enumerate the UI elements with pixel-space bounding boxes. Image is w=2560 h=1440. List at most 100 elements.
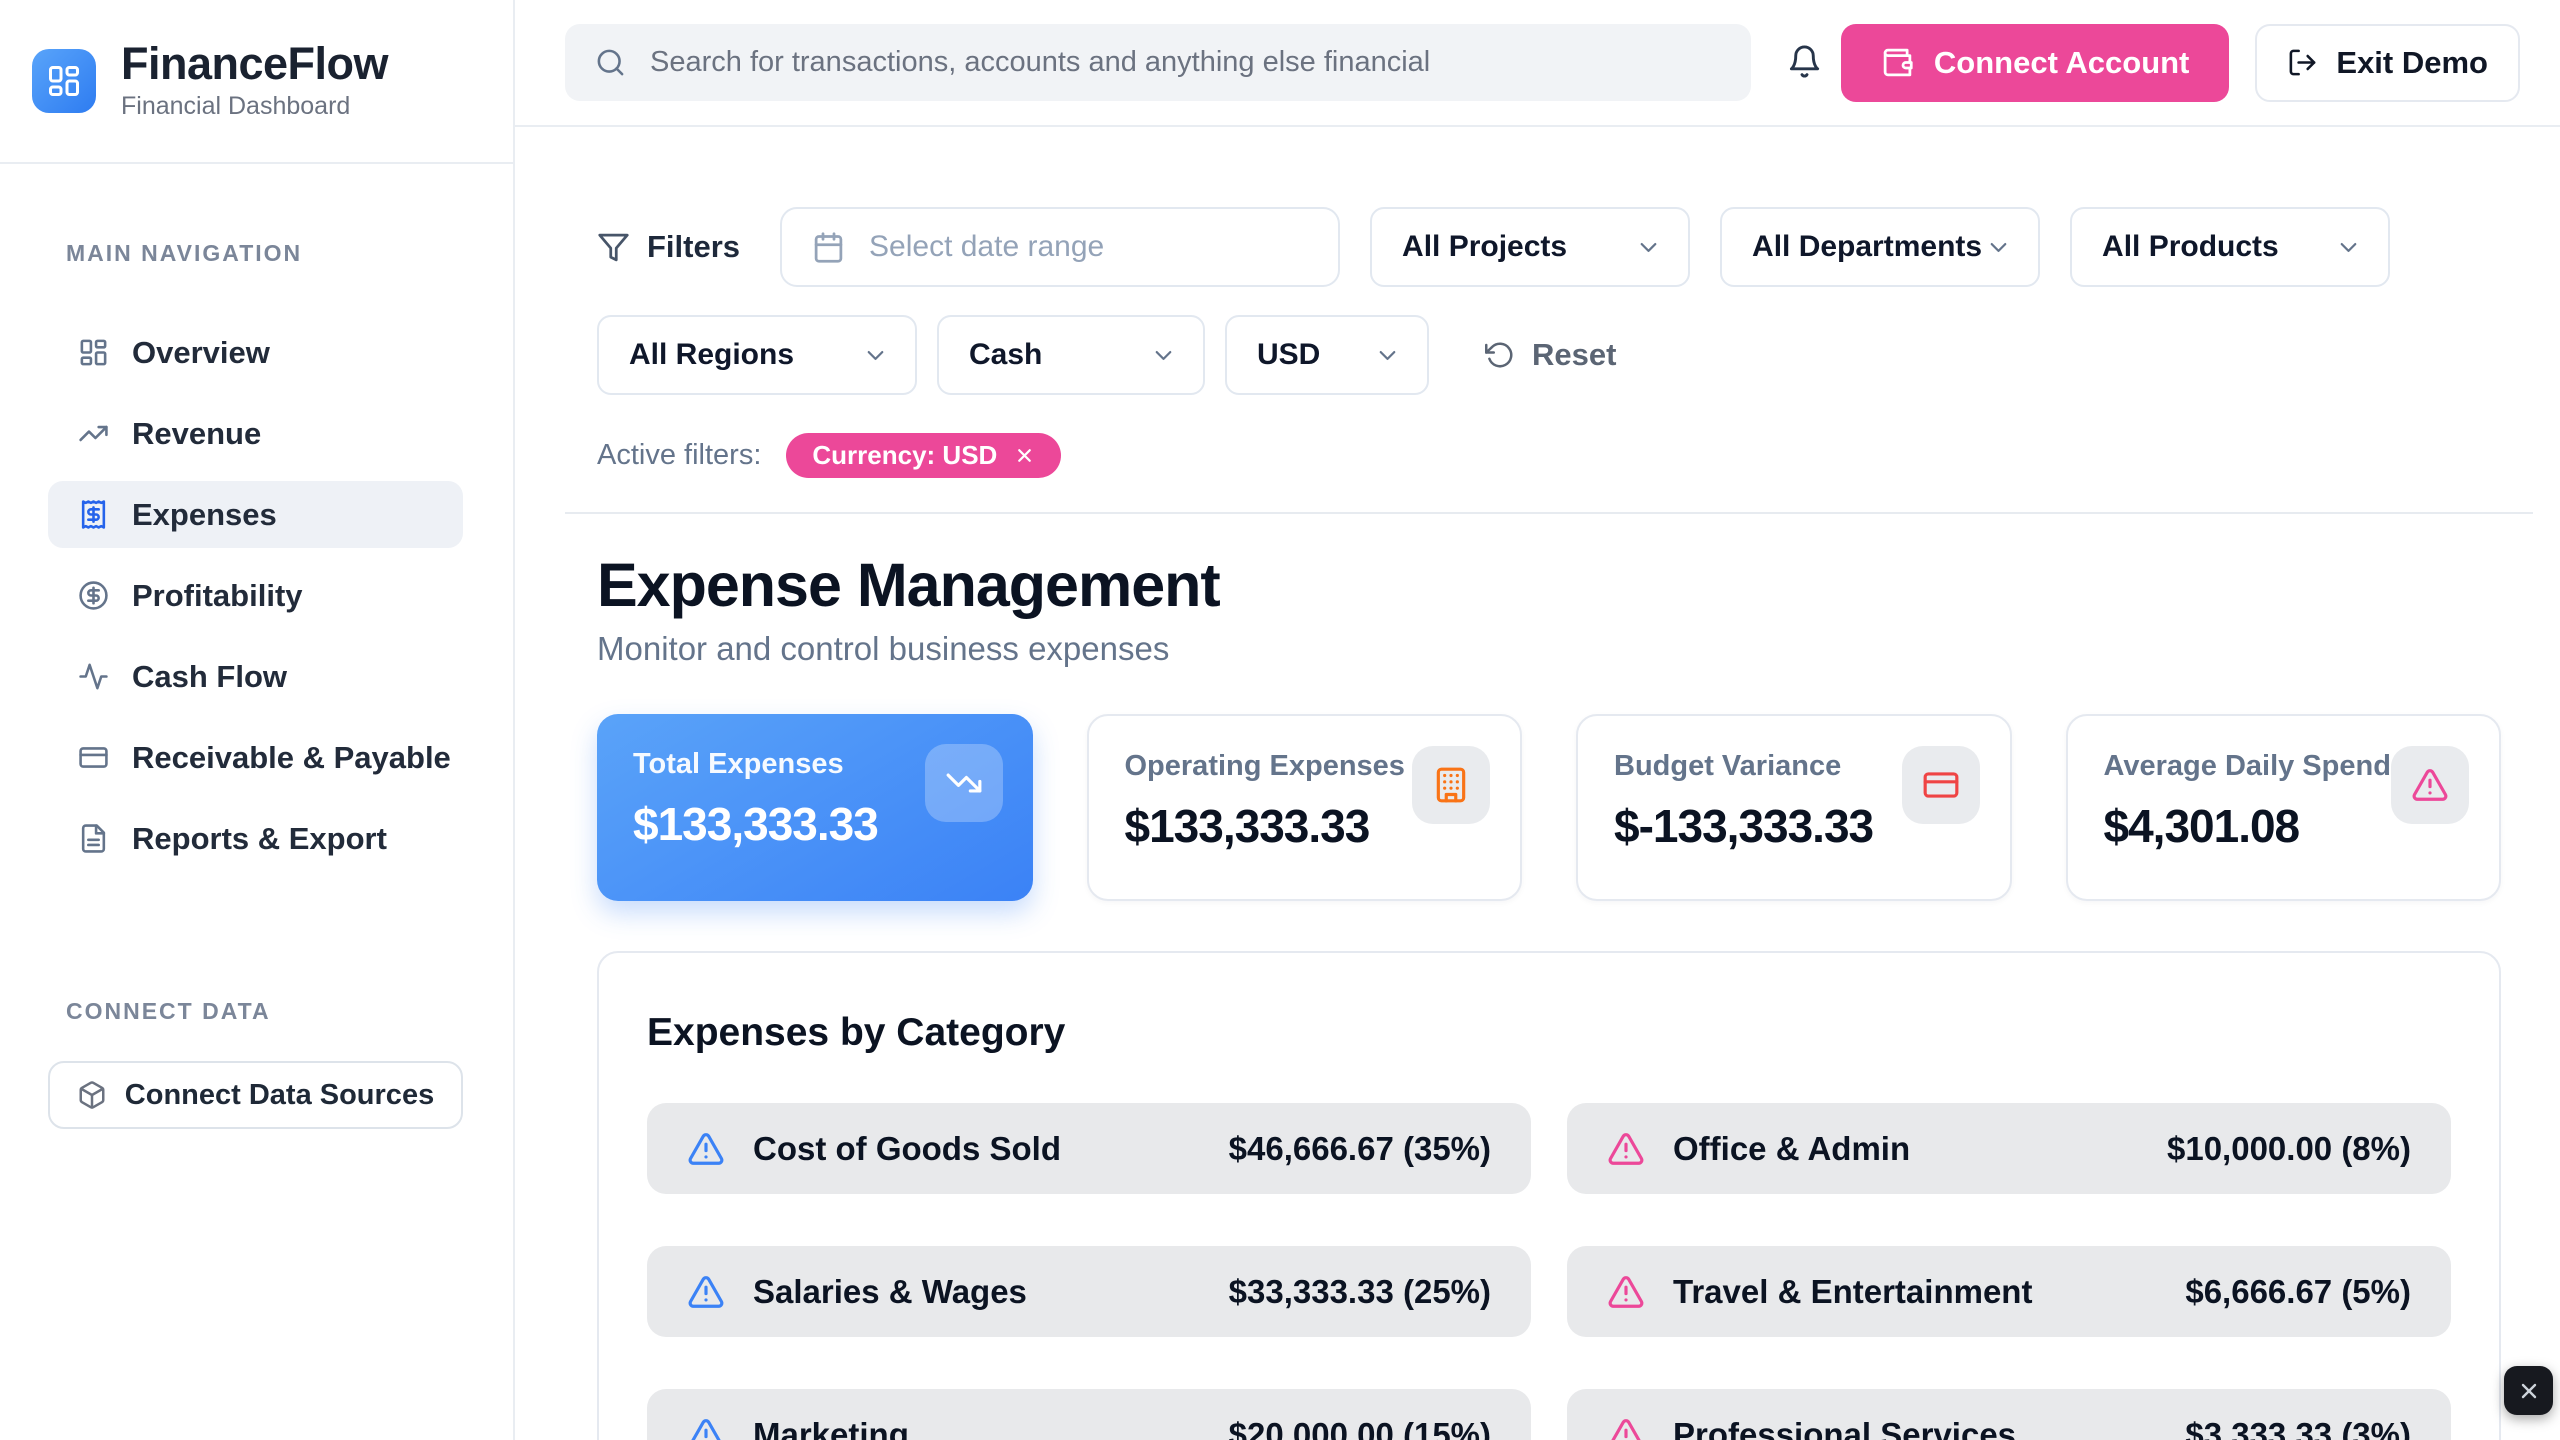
- category-name: Cost of Goods Sold: [753, 1130, 1201, 1168]
- regions-dropdown-value: All Regions: [629, 338, 794, 372]
- connect-account-button[interactable]: Connect Account: [1841, 24, 2229, 102]
- category-value: $20,000.00 (15%): [1229, 1416, 1491, 1440]
- app-title: FinanceFlow: [121, 41, 388, 87]
- page-subtitle: Monitor and control business expenses: [597, 630, 2501, 668]
- topbar: Connect Account Exit Demo: [515, 0, 2560, 127]
- alert-triangle-icon: [2411, 766, 2449, 804]
- filters-label: Filters: [647, 229, 740, 265]
- date-range-picker[interactable]: Select date range: [780, 207, 1340, 287]
- search-input[interactable]: [648, 45, 1721, 80]
- circle-dollar-icon: [78, 580, 109, 611]
- currency-dropdown-value: USD: [1257, 338, 1320, 372]
- notifications-button[interactable]: [1781, 38, 1828, 88]
- category-row-professional-services: Professional Services $3,333.33 (3%): [1567, 1389, 2451, 1440]
- reset-filters-button[interactable]: Reset: [1479, 336, 1622, 374]
- connect-data-sources-button[interactable]: Connect Data Sources: [48, 1061, 463, 1129]
- regions-dropdown[interactable]: All Regions: [597, 315, 917, 395]
- active-filters-label: Active filters:: [597, 439, 761, 472]
- category-row-salaries-wages: Salaries & Wages $33,333.33 (25%): [647, 1246, 1531, 1337]
- close-overlay-button[interactable]: [2504, 1366, 2553, 1415]
- content: Filters Select date range All Projects A…: [515, 127, 2560, 1440]
- reset-label: Reset: [1532, 337, 1616, 373]
- projects-dropdown-value: All Projects: [1402, 230, 1567, 264]
- alert-triangle-icon: [1607, 1130, 1645, 1168]
- category-name: Office & Admin: [1673, 1130, 2139, 1168]
- receipt-icon: [78, 499, 109, 530]
- departments-dropdown[interactable]: All Departments: [1720, 207, 2040, 287]
- stat-icon-box: [1902, 746, 1980, 824]
- close-icon[interactable]: [1014, 445, 1035, 466]
- alert-triangle-icon: [687, 1130, 725, 1168]
- projects-dropdown[interactable]: All Projects: [1370, 207, 1690, 287]
- products-dropdown[interactable]: All Products: [2070, 207, 2390, 287]
- activity-icon: [78, 661, 109, 692]
- stat-card-operating-expenses: Operating Expenses $133,333.33: [1087, 714, 1523, 901]
- building-icon: [1432, 766, 1470, 804]
- sidebar-item-overview[interactable]: Overview: [48, 319, 463, 386]
- exit-demo-label: Exit Demo: [2336, 45, 2488, 81]
- app-subtitle: Financial Dashboard: [121, 92, 388, 121]
- stat-card-average-daily-spend: Average Daily Spend $4,301.08: [2066, 714, 2502, 901]
- stat-cards-row: Total Expenses $133,333.33 Operating Exp…: [597, 714, 2501, 901]
- rotate-ccw-icon: [1485, 340, 1515, 370]
- sidebar-item-receivable-payable[interactable]: Receivable & Payable: [48, 724, 463, 791]
- connect-data-heading: CONNECT DATA: [66, 998, 463, 1025]
- box-icon: [77, 1080, 107, 1110]
- sidebar-item-label: Reports & Export: [132, 821, 387, 857]
- main-navigation: Overview Revenue Expenses Profitabil: [48, 319, 463, 872]
- brand-header: FinanceFlow Financial Dashboard: [0, 0, 513, 164]
- main-area: Connect Account Exit Demo Filters: [515, 0, 2560, 1440]
- trending-down-icon: [945, 764, 983, 802]
- active-filters-row: Active filters: Currency: USD: [597, 433, 2501, 478]
- category-row-travel-entertainment: Travel & Entertainment $6,666.67 (5%): [1567, 1246, 2451, 1337]
- alert-triangle-icon: [1607, 1273, 1645, 1311]
- stat-card-total-expenses: Total Expenses $133,333.33: [597, 714, 1033, 901]
- sidebar-item-profitability[interactable]: Profitability: [48, 562, 463, 629]
- alert-triangle-icon: [1607, 1416, 1645, 1440]
- sidebar-item-reports-export[interactable]: Reports & Export: [48, 805, 463, 872]
- category-name: Professional Services: [1673, 1416, 2157, 1440]
- chevron-down-icon: [1635, 234, 1662, 261]
- log-out-icon: [2287, 47, 2318, 78]
- category-row-marketing: Marketing $20,000.00 (15%): [647, 1389, 1531, 1440]
- stat-icon-box: [2391, 746, 2469, 824]
- alert-triangle-icon: [687, 1416, 725, 1440]
- page-title: Expense Management: [597, 550, 2501, 620]
- chevron-down-icon: [1985, 234, 2012, 261]
- sidebar-item-label: Overview: [132, 335, 270, 371]
- date-range-placeholder: Select date range: [869, 230, 1104, 264]
- sidebar-item-label: Expenses: [132, 497, 277, 533]
- sidebar-item-label: Receivable & Payable: [132, 740, 451, 776]
- page-header: Expense Management Monitor and control b…: [597, 550, 2501, 668]
- layout-dashboard-icon: [78, 337, 109, 368]
- currency-dropdown[interactable]: USD: [1225, 315, 1429, 395]
- category-value: $33,333.33 (25%): [1229, 1273, 1491, 1311]
- sidebar-item-revenue[interactable]: Revenue: [48, 400, 463, 467]
- category-value: $10,000.00 (8%): [2167, 1130, 2411, 1168]
- sidebar: FinanceFlow Financial Dashboard MAIN NAV…: [0, 0, 515, 1440]
- category-value: $6,666.67 (5%): [2185, 1273, 2411, 1311]
- payment-method-dropdown[interactable]: Cash: [937, 315, 1205, 395]
- exit-demo-button[interactable]: Exit Demo: [2255, 24, 2520, 102]
- sidebar-item-cash-flow[interactable]: Cash Flow: [48, 643, 463, 710]
- stat-icon-box: [1412, 746, 1490, 824]
- category-row-office-admin: Office & Admin $10,000.00 (8%): [1567, 1103, 2451, 1194]
- category-name: Travel & Entertainment: [1673, 1273, 2157, 1311]
- category-row-cost-of-goods-sold: Cost of Goods Sold $46,666.67 (35%): [647, 1103, 1531, 1194]
- layout-dashboard-icon: [46, 63, 82, 99]
- filters-heading: Filters: [597, 229, 740, 265]
- calendar-icon: [812, 231, 845, 264]
- connect-account-label: Connect Account: [1934, 45, 2189, 81]
- connect-data-sources-label: Connect Data Sources: [125, 1079, 434, 1112]
- wallet-icon: [1881, 46, 1914, 79]
- credit-card-icon: [78, 742, 109, 773]
- file-text-icon: [78, 823, 109, 854]
- filters-row-1: Filters Select date range All Projects A…: [597, 207, 2501, 287]
- sidebar-item-expenses[interactable]: Expenses: [48, 481, 463, 548]
- close-icon: [2517, 1379, 2541, 1403]
- brand-text: FinanceFlow Financial Dashboard: [121, 41, 388, 121]
- active-filter-chip-currency[interactable]: Currency: USD: [786, 433, 1061, 478]
- chevron-down-icon: [862, 342, 889, 369]
- products-dropdown-value: All Products: [2102, 230, 2279, 264]
- category-name: Marketing: [753, 1416, 1201, 1440]
